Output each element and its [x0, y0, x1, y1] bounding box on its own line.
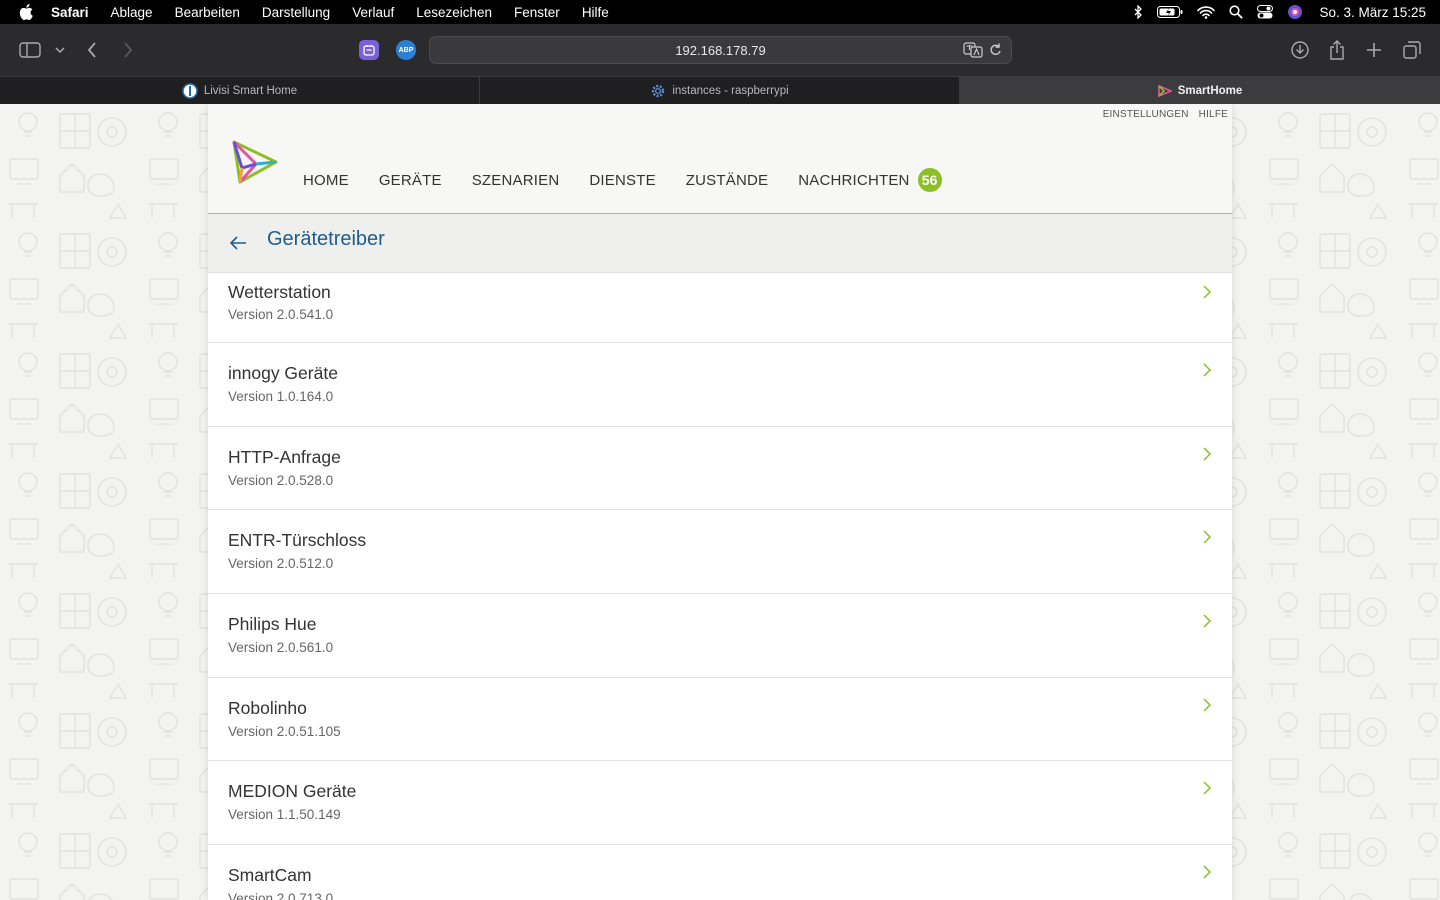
siri-icon[interactable] — [1287, 4, 1303, 20]
list-item[interactable]: HTTP-Anfrage Version 2.0.528.0 — [208, 427, 1232, 511]
battery-icon[interactable] — [1157, 6, 1183, 18]
url-text[interactable]: 192.168.178.79 — [675, 43, 765, 58]
translate-icon[interactable] — [963, 42, 983, 61]
top-links: EINSTELLUNGEN HILFE — [1103, 109, 1228, 120]
share-icon[interactable] — [1325, 38, 1349, 62]
forward-chevron-icon[interactable] — [116, 38, 140, 62]
reload-icon[interactable] — [989, 42, 1003, 61]
chevron-right-icon — [1203, 865, 1212, 879]
menu-lesezeichen[interactable]: Lesezeichen — [416, 5, 492, 20]
app-header: EINSTELLUNGEN HILFE HOME GERÄTE SZENARIE… — [208, 104, 1232, 214]
tab-livisi[interactable]: Livisi Smart Home — [0, 77, 480, 105]
nav-geraete[interactable]: GERÄTE — [379, 172, 442, 189]
driver-name: innogy Geräte — [228, 363, 338, 383]
adblock-plus-icon[interactable]: ABP — [396, 40, 416, 60]
chevron-right-icon — [1203, 363, 1212, 377]
wifi-icon[interactable] — [1197, 5, 1216, 19]
driver-name: MEDION Geräte — [228, 781, 357, 802]
tab-bar: Livisi Smart Home instances - raspberryp… — [0, 76, 1440, 105]
nav-szenarien[interactable]: SZENARIEN — [472, 172, 560, 189]
list-item[interactable]: SmartCam Version 2.0.713.0 — [208, 845, 1232, 900]
nav-home[interactable]: HOME — [303, 172, 349, 189]
list-item[interactable]: MEDION Geräte Version 1.1.50.149 — [208, 761, 1232, 846]
driver-version: Version 2.0.561.0 — [228, 640, 334, 656]
settings-link[interactable]: EINSTELLUNGEN — [1103, 109, 1189, 120]
menu-bearbeiten[interactable]: Bearbeiten — [175, 5, 240, 20]
list-item[interactable]: Wetterstation Version 2.0.541.0 — [208, 273, 1232, 343]
chevron-right-icon — [1203, 530, 1212, 544]
nav-dienste[interactable]: DIENSTE — [589, 172, 655, 189]
menu-bar: Safari Ablage Bearbeiten Darstellung Ver… — [0, 0, 1440, 24]
driver-name: HTTP-Anfrage — [228, 446, 341, 467]
menu-app-safari[interactable]: Safari — [51, 5, 89, 20]
list-item[interactable]: ENTR-Türschloss Version 2.0.512.0 — [208, 510, 1232, 595]
driver-name: Philips Hue — [228, 614, 317, 635]
address-bar[interactable]: 192.168.178.79 — [429, 36, 1012, 64]
livisi-favicon-icon — [182, 83, 198, 99]
smarthome-logo[interactable] — [230, 138, 280, 188]
tab-smarthome[interactable]: SmartHome — [960, 77, 1440, 105]
driver-name: SmartCam — [228, 865, 312, 886]
help-link[interactable]: HILFE — [1199, 109, 1228, 120]
driver-version: Version 1.1.50.149 — [228, 807, 341, 823]
tab-title: instances - raspberrypi — [672, 85, 789, 97]
nav-nachrichten[interactable]: NACHRICHTEN — [798, 172, 909, 189]
control-center-icon[interactable] — [1257, 5, 1274, 19]
web-viewport: EINSTELLUNGEN HILFE HOME GERÄTE SZENARIE… — [0, 104, 1440, 900]
menu-hilfe[interactable]: Hilfe — [582, 5, 609, 20]
menu-fenster[interactable]: Fenster — [514, 5, 560, 20]
downloads-icon[interactable] — [1288, 38, 1312, 62]
tab-group-chevron-down-icon[interactable] — [48, 38, 72, 62]
chevron-right-icon — [1203, 447, 1212, 461]
driver-version: Version 2.0.541.0 — [228, 307, 334, 322]
driver-version: Version 2.0.713.0 — [228, 891, 334, 900]
menubar-clock[interactable]: So. 3. März 15:25 — [1319, 5, 1426, 20]
browser-toolbar: ABP 192.168.178.79 — [0, 24, 1440, 76]
tab-title: Livisi Smart Home — [203, 85, 298, 97]
page-header: Gerätetreiber — [208, 214, 1232, 273]
back-arrow-icon[interactable] — [228, 233, 248, 253]
status-area: So. 3. März 15:25 — [1119, 0, 1426, 24]
bluetooth-icon[interactable] — [1133, 5, 1143, 19]
app-container: EINSTELLUNGEN HILFE HOME GERÄTE SZENARIE… — [208, 104, 1232, 900]
driver-name: Robolinho — [228, 697, 307, 718]
chevron-right-icon — [1203, 285, 1212, 299]
driver-version: Version 2.0.512.0 — [228, 556, 334, 572]
sidebar-toggle-icon[interactable] — [18, 38, 42, 62]
extension-purple-icon[interactable] — [359, 40, 379, 60]
chevron-right-icon — [1203, 781, 1212, 795]
driver-name: ENTR-Türschloss — [228, 530, 367, 551]
nav-zustaende[interactable]: ZUSTÄNDE — [686, 172, 768, 189]
driver-version: Version 1.0.164.0 — [228, 389, 334, 404]
gear-favicon-icon — [650, 83, 666, 99]
page-title: Gerätetreiber — [267, 228, 385, 250]
tab-overview-icon[interactable] — [1400, 38, 1424, 62]
driver-list: Wetterstation Version 2.0.541.0 innogy G… — [208, 273, 1232, 900]
driver-name: Wetterstation — [228, 282, 331, 302]
menu-verlauf[interactable]: Verlauf — [352, 5, 394, 20]
tab-instances[interactable]: instances - raspberrypi — [480, 77, 960, 105]
list-item[interactable]: Philips Hue Version 2.0.561.0 — [208, 594, 1232, 678]
driver-version: Version 2.0.528.0 — [228, 472, 334, 488]
back-chevron-icon[interactable] — [80, 38, 104, 62]
menu-darstellung[interactable]: Darstellung — [262, 5, 330, 20]
apple-icon[interactable] — [19, 4, 33, 20]
list-item[interactable]: Robolinho Version 2.0.51.105 — [208, 678, 1232, 762]
chevron-right-icon — [1203, 614, 1212, 628]
spotlight-search-icon[interactable] — [1229, 5, 1244, 19]
messages-count-badge[interactable]: 56 — [917, 168, 942, 192]
chevron-right-icon — [1203, 698, 1212, 712]
main-nav: HOME GERÄTE SZENARIEN DIENSTE ZUSTÄNDE N… — [303, 168, 942, 192]
tab-title: SmartHome — [1177, 85, 1243, 97]
driver-version: Version 2.0.51.105 — [228, 723, 341, 739]
menu-ablage[interactable]: Ablage — [111, 5, 153, 20]
smarthome-favicon-icon — [1157, 85, 1172, 97]
list-item[interactable]: innogy Geräte Version 1.0.164.0 — [208, 343, 1232, 427]
new-tab-plus-icon[interactable] — [1362, 38, 1386, 62]
